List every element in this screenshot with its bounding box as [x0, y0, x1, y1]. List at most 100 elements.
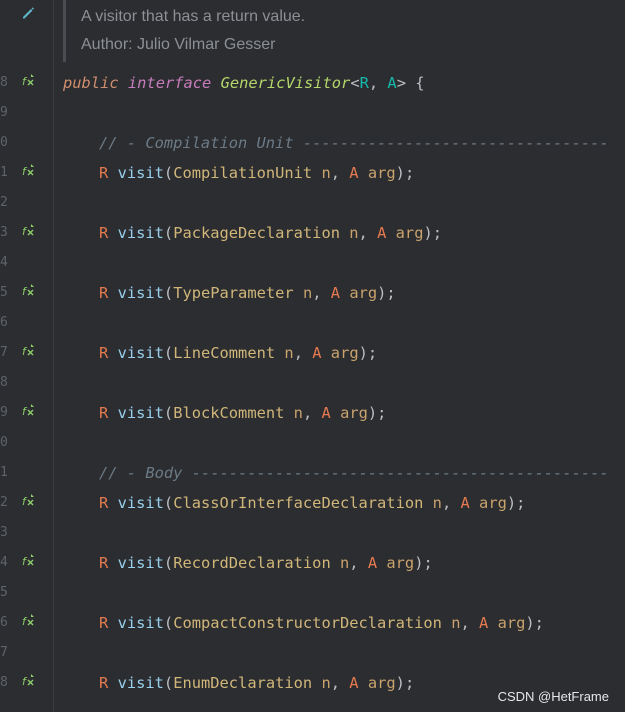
code-line[interactable]: 1 f R visit(CompilationUnit n, A arg); — [0, 158, 625, 188]
param-type: LineComment — [173, 344, 276, 362]
code-line[interactable]: 2 f R visit(ClassOrInterfaceDeclaration n,… — [0, 488, 625, 518]
line-number: 8 — [0, 675, 8, 690]
return-type: R — [99, 404, 109, 422]
paren-close: ); — [525, 614, 544, 632]
implemented-method-icon[interactable]: f — [21, 493, 37, 509]
param-type: RecordDeclaration — [173, 554, 331, 572]
code-line[interactable]: 6 f R visit(CompactConstructorDeclaration … — [0, 608, 625, 638]
code-line[interactable]: 7 — [0, 638, 625, 668]
implemented-method-icon[interactable]: f — [21, 613, 37, 629]
code-line[interactable]: 0 — [0, 428, 625, 458]
arg-name: arg — [367, 164, 396, 182]
code-line[interactable]: 4 — [0, 248, 625, 278]
paren-open: ( — [163, 284, 174, 302]
method-signature: R visit(RecordDeclaration n, A arg); — [99, 553, 433, 573]
param-type: CompilationUnit — [173, 164, 313, 182]
implemented-method-icon[interactable]: f — [21, 343, 37, 359]
param-name: n — [302, 284, 313, 302]
line-number: 0 — [0, 435, 8, 450]
return-type: R — [99, 284, 109, 302]
param-type: BlockComment — [173, 404, 285, 422]
svg-text:f: f — [22, 555, 28, 568]
method-signature: R visit(PackageDeclaration n, A arg); — [99, 223, 442, 243]
section-comment: // - Compilation Unit ------------------… — [99, 133, 609, 153]
line-number: 5 — [0, 585, 8, 600]
implemented-method-icon[interactable]: f — [21, 223, 37, 239]
comma: , — [460, 614, 480, 632]
watermark: CSDN @HetFrame — [497, 689, 609, 704]
doc-comment: A visitor that has a return value. Autho… — [63, 0, 623, 62]
code-line-interface-declaration[interactable]: 8 f public interface GenericVisitor<R, A… — [0, 68, 625, 98]
param-name: n — [284, 344, 294, 362]
return-type: R — [99, 614, 109, 632]
comma: , — [358, 224, 378, 242]
comma: , — [349, 554, 368, 572]
code-editor[interactable]: A visitor that has a return value. Autho… — [0, 0, 625, 712]
param-name: n — [321, 164, 331, 182]
code-line[interactable]: 6 — [0, 308, 625, 338]
code-line[interactable]: 2 — [0, 188, 625, 218]
code-line[interactable]: 5 f R visit(TypeParameter n, A arg); — [0, 278, 625, 308]
svg-text:f: f — [22, 495, 28, 508]
angle-close: > — [396, 74, 406, 92]
param-name: n — [349, 224, 359, 242]
code-line[interactable]: 9 — [0, 98, 625, 128]
code-line[interactable]: 3 f R visit(PackageDeclaration n, A arg); — [0, 218, 625, 248]
implemented-method-icon[interactable]: f — [21, 553, 37, 569]
comma: , — [441, 494, 461, 512]
svg-text:f: f — [22, 75, 28, 88]
implemented-method-icon[interactable]: f — [21, 73, 37, 89]
comma: , — [302, 404, 322, 422]
paren-close: ); — [395, 674, 415, 692]
return-type: R — [99, 224, 109, 242]
pencil-icon[interactable] — [20, 5, 36, 21]
param-name: n — [432, 494, 442, 512]
line-number: 7 — [0, 345, 8, 360]
method-signature: R visit(EnumDeclaration n, A arg); — [99, 673, 414, 693]
paren-close: ); — [395, 164, 415, 182]
paren-open: ( — [163, 344, 174, 362]
interface-name: GenericVisitor — [220, 74, 351, 92]
code-line[interactable]: 1 // - Body -----------------------------… — [0, 458, 625, 488]
method-signature: R visit(CompactConstructorDeclaration n,… — [99, 613, 544, 633]
line-number: 0 — [0, 135, 8, 150]
method-name: visit — [117, 404, 164, 422]
implemented-method-icon[interactable]: f — [21, 283, 37, 299]
line-number: 3 — [0, 225, 8, 240]
comma: , — [330, 164, 350, 182]
code-line[interactable]: 4 f R visit(RecordDeclaration n, A arg); — [0, 548, 625, 578]
return-type: R — [99, 164, 109, 182]
paren-close: ); — [377, 284, 396, 302]
arg-name: arg — [395, 224, 424, 242]
method-name: visit — [117, 284, 164, 302]
arg-type: A — [349, 164, 359, 182]
paren-close: ); — [414, 554, 433, 572]
return-type: R — [99, 344, 109, 362]
implemented-method-icon[interactable]: f — [21, 403, 37, 419]
line-number: 8 — [0, 75, 8, 90]
arg-name: arg — [479, 494, 507, 512]
paren-open: ( — [163, 164, 174, 182]
svg-text:f: f — [22, 675, 28, 688]
paren-open: ( — [163, 614, 174, 632]
arg-name: arg — [340, 404, 368, 422]
param-type: EnumDeclaration — [173, 674, 313, 692]
param-name: n — [340, 554, 350, 572]
keyword-public: public — [63, 74, 119, 92]
arg-name: arg — [349, 284, 378, 302]
code-line[interactable]: 0 // - Compilation Unit -----------------… — [0, 128, 625, 158]
method-name: visit — [117, 554, 164, 572]
code-line[interactable]: 9 f R visit(BlockComment n, A arg); — [0, 398, 625, 428]
code-line[interactable]: 7 f R visit(LineComment n, A arg); — [0, 338, 625, 368]
arg-type: A — [367, 554, 378, 572]
doc-comment-author: Author: Julio Vilmar Gesser — [81, 36, 276, 53]
code-line[interactable]: 5 — [0, 578, 625, 608]
paren-open: ( — [163, 494, 174, 512]
code-line[interactable]: 3 — [0, 518, 625, 548]
svg-text:f: f — [22, 165, 28, 178]
code-line[interactable]: 8 — [0, 368, 625, 398]
comma: , — [330, 674, 350, 692]
implemented-method-icon[interactable]: f — [21, 673, 37, 689]
line-number: 5 — [0, 285, 8, 300]
implemented-method-icon[interactable]: f — [21, 163, 37, 179]
